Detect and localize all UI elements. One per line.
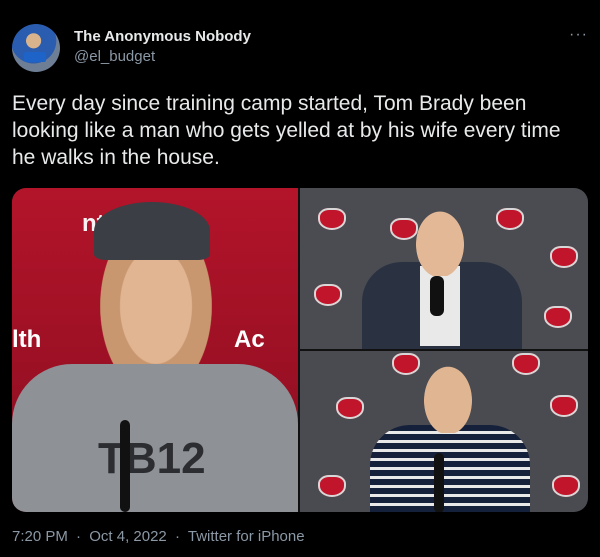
tweet-meta: 7:20 PM · Oct 4, 2022 · Twitter for iPho…: [12, 528, 309, 545]
tweet-time[interactable]: 7:20 PM: [12, 528, 68, 545]
author-name[interactable]: The Anonymous Nobody: [74, 28, 251, 45]
microphone-icon: [430, 276, 444, 316]
author-handle[interactable]: @el_budget: [74, 48, 155, 65]
media-image-top-right[interactable]: [300, 188, 588, 349]
meta-separator: ·: [76, 528, 82, 545]
team-logo: [314, 284, 342, 306]
tweet-header: The Anonymous Nobody @el_budget ···: [12, 20, 588, 76]
team-logo: [318, 208, 346, 230]
tweet-date[interactable]: Oct 4, 2022: [89, 528, 167, 545]
team-logo: [318, 475, 346, 497]
meta-separator: ·: [174, 528, 180, 545]
shirt-logo: TB12: [98, 434, 206, 483]
sponsor-text-2: lth: [12, 326, 42, 353]
team-logo: [552, 475, 580, 497]
person-face: [420, 361, 476, 433]
tweet-text: Every day since training camp started, T…: [12, 92, 561, 169]
cap: [94, 202, 210, 260]
tweet-media[interactable]: ntHealt lth Ac TB12: [12, 188, 588, 512]
team-logo: [544, 306, 572, 328]
sponsor-text-3: Ac: [234, 326, 265, 353]
microphone-icon: [434, 453, 444, 512]
team-logo: [550, 395, 578, 417]
person-body: [370, 425, 530, 512]
team-logo: [336, 397, 364, 419]
team-logo: [512, 353, 540, 375]
author-avatar[interactable]: [12, 24, 60, 72]
team-logo: [392, 353, 420, 375]
team-logo: [496, 208, 524, 230]
more-options-icon[interactable]: ···: [569, 26, 588, 44]
team-logo: [550, 246, 578, 268]
tweet-client[interactable]: Twitter for iPhone: [188, 528, 305, 545]
person-face: [412, 206, 468, 276]
media-image-left[interactable]: ntHealt lth Ac TB12: [12, 188, 298, 512]
microphone-icon: [120, 420, 130, 512]
shirt: TB12: [12, 364, 298, 512]
media-image-bottom-right[interactable]: [300, 351, 588, 512]
